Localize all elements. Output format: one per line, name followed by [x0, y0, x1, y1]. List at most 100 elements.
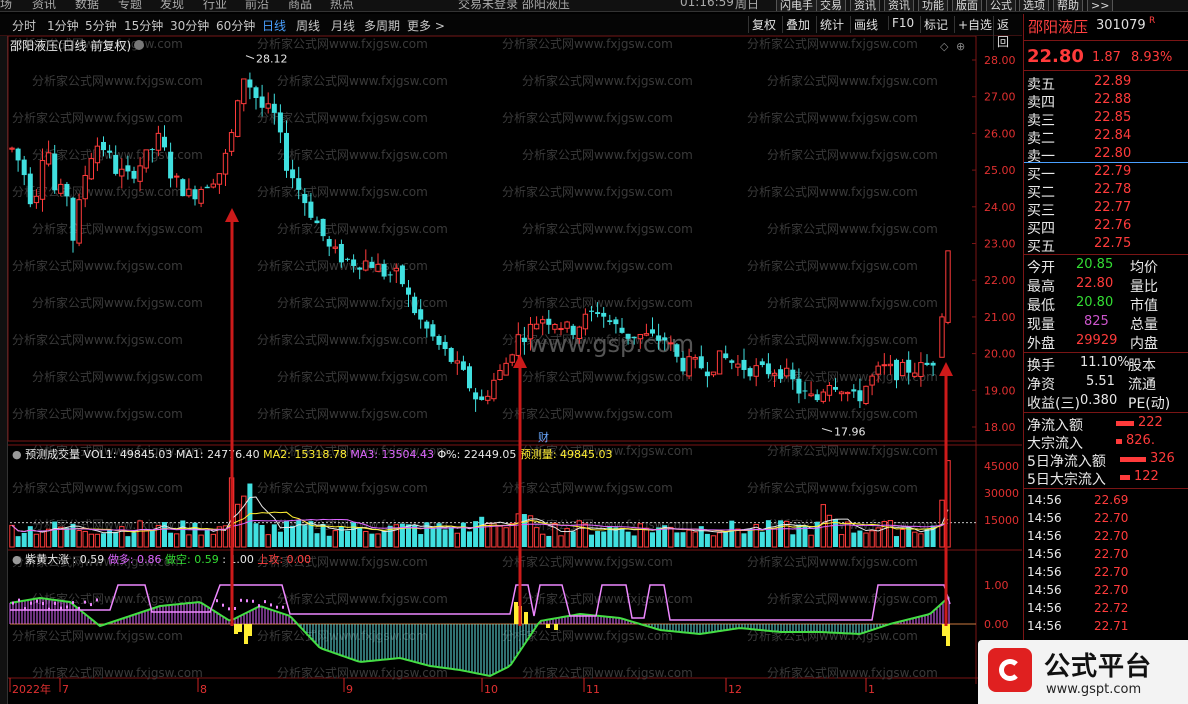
candle-body: [204, 186, 210, 189]
bid-row[interactable]: 买五 22.75: [1024, 236, 1188, 255]
ask-row[interactable]: 卖三 22.85: [1024, 110, 1188, 129]
top-menu-item[interactable]: 行业: [203, 0, 227, 11]
top-right-button[interactable]: 帮助: [1053, 0, 1083, 11]
price-change: 1.87: [1092, 50, 1121, 65]
tick-price: 22.69: [1094, 493, 1129, 507]
volume-bar: [314, 533, 320, 547]
volume-bar: [58, 526, 64, 548]
kline-chart-area[interactable]: 28.00 27.00 26.00 25.00 24.00 23.00 22.00 21.00…: [0, 36, 1022, 704]
toolbar-button[interactable]: 画线: [850, 16, 881, 33]
top-right-button[interactable]: >>: [1087, 0, 1114, 11]
period-tab[interactable]: 月线: [331, 17, 355, 34]
bid-row[interactable]: 买三 22.77: [1024, 200, 1188, 219]
period-tab[interactable]: 5分钟: [85, 17, 117, 34]
top-right-button[interactable]: 交易: [816, 0, 846, 11]
flow-label: 5日大宗流入: [1027, 472, 1106, 488]
candle-body: [198, 188, 204, 204]
signal-dot: [228, 607, 230, 611]
period-tab[interactable]: 多周期: [364, 17, 400, 34]
candle-body: [149, 149, 155, 151]
period-tab[interactable]: 周线: [296, 17, 320, 34]
ask-row[interactable]: 卖五 22.89: [1024, 74, 1188, 93]
candle-body: [338, 243, 344, 263]
toolbar-button[interactable]: 统计: [816, 16, 847, 33]
top-right-button[interactable]: 选项: [1019, 0, 1049, 11]
period-tab[interactable]: 1分钟: [47, 17, 79, 34]
volume-y-tick: 45000: [984, 460, 1019, 473]
volume-bar: [430, 528, 436, 547]
stock-flag: R: [1149, 16, 1156, 26]
candle-body: [906, 359, 912, 373]
toolbar-button[interactable]: F10: [888, 16, 917, 30]
top-menu-item[interactable]: 场: [0, 0, 12, 11]
watermark-text: 分析家公式网www.fxjgsw.com: [522, 295, 693, 310]
stat-value: 825: [1084, 314, 1109, 329]
candle-body: [107, 150, 113, 153]
toolbar-button[interactable]: 复权: [748, 16, 779, 33]
period-tab[interactable]: 日线: [262, 17, 286, 34]
candle-body: [735, 363, 741, 368]
top-right-button[interactable]: 版面: [952, 0, 982, 11]
volume-bar: [833, 518, 838, 547]
candle-body: [387, 274, 393, 276]
bid-row[interactable]: 买一 22.79: [1024, 164, 1188, 183]
top-menu-item[interactable]: 发现: [160, 0, 184, 11]
top-right-button[interactable]: 资讯: [850, 0, 880, 11]
toolbar-button[interactable]: 叠加: [782, 16, 813, 33]
tick-row: 14:56 22.71: [1024, 619, 1188, 637]
candle-body: [228, 132, 235, 152]
candle-body: [771, 372, 778, 376]
top-right-button[interactable]: 闪电手: [776, 0, 817, 11]
candle-body: [33, 195, 40, 204]
top-right-button[interactable]: 功能: [918, 0, 948, 11]
title-menu-icon[interactable]: [134, 40, 144, 50]
volume-bar: [332, 530, 339, 548]
toolbar-button[interactable]: +自选: [954, 16, 995, 33]
top-menu-item[interactable]: 商品: [288, 0, 312, 11]
candle-body: [881, 364, 887, 367]
volume-bar: [52, 521, 58, 547]
x-axis-label: 9: [346, 683, 353, 696]
ask-price: 22.88: [1094, 92, 1132, 107]
top-menu-item[interactable]: 热点: [330, 0, 354, 11]
period-tab[interactable]: 更多 >: [407, 17, 445, 34]
volume-bar: [131, 532, 137, 547]
volume-bar: [357, 526, 363, 547]
yellow-signal-bar: [546, 624, 550, 628]
volume-bar: [381, 531, 387, 547]
candle-body: [430, 324, 436, 337]
top-right-button[interactable]: 公式: [986, 0, 1016, 11]
finance-marker[interactable]: 财: [538, 430, 549, 444]
top-menu-item[interactable]: 资讯: [32, 0, 56, 11]
volume-bar: [924, 528, 930, 547]
ask-row[interactable]: 卖二 22.84: [1024, 128, 1188, 147]
bid-row[interactable]: 买四 22.76: [1024, 218, 1188, 237]
pin-icon[interactable]: ⊕: [956, 40, 965, 53]
candle-body: [210, 183, 217, 188]
top-right-button[interactable]: 资讯: [884, 0, 914, 11]
signal-dot: [24, 607, 26, 611]
bid-row[interactable]: 买二 22.78: [1024, 182, 1188, 201]
yellow-signal-bar: [514, 602, 518, 624]
yellow-signal-bar: [946, 624, 950, 646]
period-tab[interactable]: 30分钟: [170, 17, 209, 34]
candle-body: [650, 329, 655, 334]
toolbar-button[interactable]: 标记: [920, 16, 951, 33]
candle-body: [497, 370, 503, 380]
period-tab[interactable]: 60分钟: [216, 17, 255, 34]
volume-bar: [9, 524, 15, 548]
top-menu-item[interactable]: 前沿: [245, 0, 269, 11]
period-tab[interactable]: 15分钟: [124, 17, 163, 34]
top-menu-item[interactable]: 数据: [75, 0, 99, 11]
period-tab[interactable]: 分时: [12, 17, 36, 34]
candle-body: [533, 323, 540, 330]
volume-bar: [631, 535, 637, 547]
volume-bar: [899, 528, 906, 548]
candle-body: [582, 313, 589, 330]
diamond-icon[interactable]: ◇: [940, 40, 949, 53]
top-menu-item[interactable]: 专题: [118, 0, 142, 11]
divider: [1024, 412, 1188, 413]
candle-body: [15, 148, 21, 161]
ask-row[interactable]: 卖四 22.88: [1024, 92, 1188, 111]
watermark-text: 分析家公式网www.fxjgsw.com: [767, 665, 938, 680]
